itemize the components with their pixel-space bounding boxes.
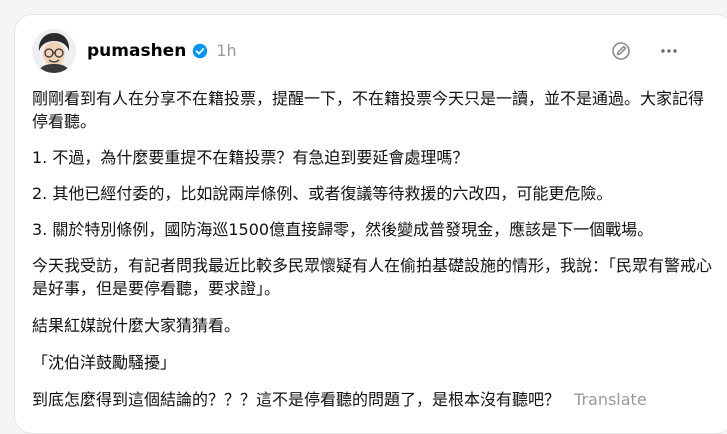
post-paragraph: 3. 關於特別條例，國防海巡1500億直接歸零，然後變成普發現金，應該是下一個戰… [32, 220, 654, 239]
edit-pencil-icon[interactable] [611, 41, 631, 61]
post-paragraph: 2. 其他已經付委的，比如說兩岸條例、或者復議等待救援的六改四，可能更危險。 [32, 184, 613, 203]
post-timestamp: 1h [216, 41, 237, 60]
post-header: pumashen 1h [87, 40, 237, 62]
post-paragraph: 剛剛看到有人在分享不在籍投票，提醒一下，不在籍投票今天只是一讀，並不是通過。大家… [32, 89, 705, 131]
translate-link[interactable]: Translate [574, 390, 647, 409]
post-actions-top [611, 41, 679, 61]
verified-badge-icon [192, 43, 208, 59]
post-card: pumashen 1h 剛剛看到有人在分享不在籍投票，提醒一下，不在籍投票今天只… [14, 14, 727, 434]
avatar[interactable] [32, 29, 76, 73]
post-body: 剛剛看到有人在分享不在籍投票，提醒一下，不在籍投票今天只是一讀，並不是通過。大家… [32, 87, 713, 411]
post-paragraph-last: 到底怎麼得到這個結論的？？？這不是停看聽的問題了，是根本沒有聽吧？ Transla… [32, 388, 713, 411]
more-options-icon[interactable] [659, 41, 679, 61]
avatar-image [32, 29, 76, 73]
post-paragraph: 今天我受訪，有記者問我最近比較多民眾懷疑有人在偷拍基礎設施的情形，我說：「民眾有… [32, 256, 713, 298]
post-paragraph: 1. 不過，為什麼要重提不在籍投票？有急迫到要延會處理嗎？ [32, 148, 469, 167]
username-link[interactable]: pumashen [87, 40, 186, 62]
post-paragraph: 「沈伯洋鼓勵騷擾」 [32, 353, 177, 372]
post-paragraph: 結果紅媒說什麼大家猜猜看。 [32, 316, 241, 335]
post-paragraph-text: 到底怎麼得到這個結論的？？？這不是停看聽的問題了，是根本沒有聽吧？ [32, 390, 561, 409]
